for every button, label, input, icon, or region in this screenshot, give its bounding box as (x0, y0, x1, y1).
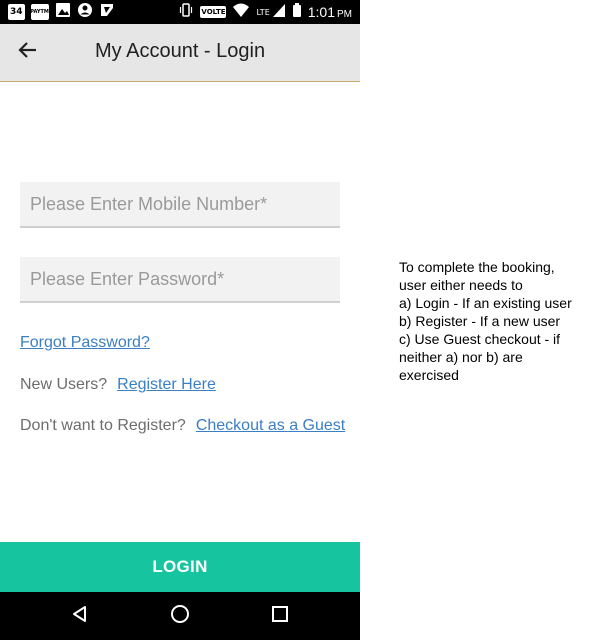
nav-back-button[interactable] (66, 602, 94, 630)
forgot-password-link[interactable]: Forgot Password? (20, 334, 150, 351)
annotation-line: b) Register - If a new user (399, 313, 561, 329)
register-here-link[interactable]: Register Here (117, 376, 216, 393)
annotation-line: exercised (399, 367, 459, 383)
signal-icon (272, 2, 286, 22)
arrow-left-icon (18, 41, 38, 63)
gallery-icon (55, 2, 71, 22)
forgot-password-row: Forgot Password? (20, 334, 150, 352)
back-triangle-icon (70, 604, 90, 628)
vibrate-icon (178, 2, 194, 22)
lte-label: LTE (256, 7, 270, 17)
status-time-ampm: PM (337, 9, 352, 20)
mobile-number-input[interactable] (20, 182, 340, 226)
status-bar: 34 PAYTM VOLTE LTE 1:01 PM (0, 0, 360, 24)
checkout-guest-link[interactable]: Checkout as a Guest (196, 417, 345, 434)
status-time-value: 1:01 (307, 4, 335, 20)
status-bar-right: VOLTE LTE 1:01 PM (178, 3, 352, 21)
phone-screen: 34 PAYTM VOLTE LTE 1:01 PM My Account - … (0, 0, 360, 640)
account-icon (77, 2, 93, 22)
login-button[interactable]: LOGIN (0, 542, 360, 592)
battery-icon (292, 2, 302, 22)
guest-checkout-row: Don't want to Register? Checkout as a Gue… (20, 417, 345, 435)
register-row: New Users? Register Here (20, 376, 216, 394)
no-register-label: Don't want to Register? (20, 417, 186, 434)
annotation-line: a) Login - If an existing user (399, 295, 572, 311)
recents-square-icon (270, 604, 290, 628)
annotation-note: To complete the booking, user either nee… (399, 258, 585, 384)
nav-recents-button[interactable] (266, 602, 294, 630)
back-button[interactable] (10, 37, 46, 67)
annotation-line: To complete the booking, (399, 259, 555, 275)
nav-home-button[interactable] (166, 602, 194, 630)
home-circle-icon (170, 604, 190, 628)
page-title: My Account - Login (95, 40, 266, 62)
password-field[interactable] (20, 257, 340, 303)
status-bar-left: 34 PAYTM (8, 3, 115, 21)
password-input[interactable] (20, 257, 340, 301)
new-users-label: New Users? (20, 376, 108, 393)
annotation-line: neither a) nor b) are (399, 349, 523, 365)
wifi-icon (232, 2, 250, 22)
flash-icon (99, 2, 115, 22)
mobile-number-field[interactable] (20, 182, 340, 228)
app-bar: My Account - Login (0, 24, 360, 82)
annotation-line: user either needs to (399, 277, 523, 293)
notification-badge-icon: 34 (8, 4, 25, 20)
status-time: 1:01 PM (308, 4, 352, 20)
annotation-line: c) Use Guest checkout - if (399, 331, 561, 347)
system-nav-bar (0, 592, 360, 640)
volte-badge: VOLTE (200, 6, 227, 18)
paytm-icon: PAYTM (30, 4, 49, 20)
